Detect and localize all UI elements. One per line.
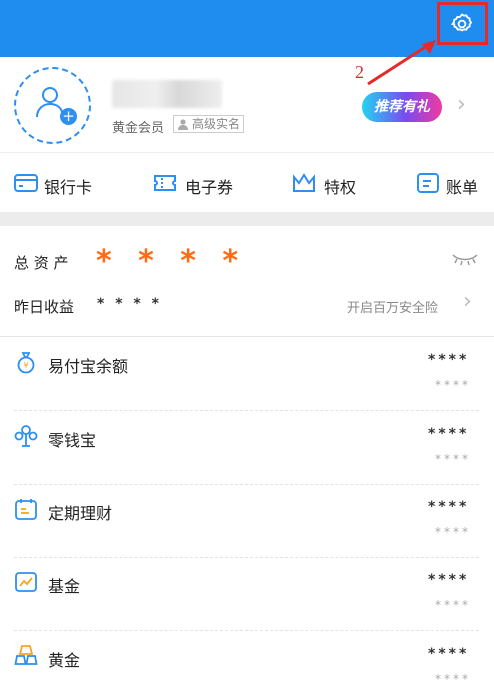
chevron-right-icon[interactable]: ›	[463, 289, 472, 314]
add-avatar-icon: +	[60, 108, 77, 125]
annotation-step-number: 2	[355, 62, 364, 82]
gold-bars-icon	[14, 645, 38, 665]
divider	[14, 410, 479, 411]
promo-badge[interactable]: 推荐有礼	[362, 92, 442, 122]
coin-tree-icon	[14, 425, 38, 447]
yesterday-earnings-label: 昨日收益	[14, 298, 75, 316]
quick-links-bar: 银行卡 电子券 特权 账单	[0, 152, 494, 212]
section-separator	[0, 212, 494, 226]
product-value: ****	[428, 352, 470, 368]
yesterday-earnings-value: * * * *	[97, 296, 162, 312]
fund-chart-icon	[15, 572, 37, 592]
avatar[interactable]: +	[14, 67, 91, 144]
crown-icon	[293, 173, 315, 192]
product-name: 零钱宝	[48, 431, 97, 450]
verify-label: 高级实名	[192, 117, 241, 131]
card-icon	[14, 174, 38, 192]
bill-icon	[417, 173, 439, 193]
total-assets-value: * * * *	[96, 244, 247, 279]
product-name: 易付宝余额	[48, 357, 129, 376]
insurance-link[interactable]: 开启百万安全险	[347, 297, 438, 316]
product-sub-value: ****	[435, 672, 471, 686]
quick-link-label: 特权	[324, 178, 357, 197]
hide-eye-icon[interactable]	[451, 252, 479, 266]
verified-person-icon	[178, 119, 188, 130]
product-name: 基金	[48, 577, 81, 596]
total-assets-label: 总 资 产	[14, 254, 69, 272]
product-value: ****	[428, 646, 470, 662]
svg-text:¥: ¥	[23, 361, 28, 370]
annotation-arrow	[367, 40, 436, 86]
product-value: ****	[428, 499, 470, 515]
divider	[0, 336, 494, 337]
product-sub-value: ****	[435, 598, 471, 612]
money-bag-icon: ¥	[17, 352, 35, 374]
gear-icon	[450, 13, 473, 32]
quick-link-label: 电子券	[185, 178, 234, 197]
member-level: 黄金会员	[112, 121, 165, 136]
blurred-username	[112, 80, 222, 108]
product-value: ****	[428, 426, 470, 442]
product-name: 黄金	[48, 651, 81, 670]
product-value: ****	[428, 572, 470, 588]
calendar-icon	[15, 499, 37, 520]
divider	[14, 557, 479, 558]
divider	[14, 630, 479, 631]
chevron-right-icon[interactable]: ›	[457, 92, 466, 117]
quick-link-label: 账单	[446, 178, 479, 197]
ticket-icon	[154, 175, 176, 191]
product-sub-value: ****	[435, 378, 471, 392]
verify-badge: 高级实名	[173, 115, 245, 133]
settings-button[interactable]	[437, 2, 488, 45]
quick-link-label: 银行卡	[44, 178, 93, 197]
divider	[14, 484, 479, 485]
product-name: 定期理财	[48, 504, 113, 523]
product-sub-value: ****	[435, 525, 471, 539]
product-sub-value: ****	[435, 452, 471, 466]
